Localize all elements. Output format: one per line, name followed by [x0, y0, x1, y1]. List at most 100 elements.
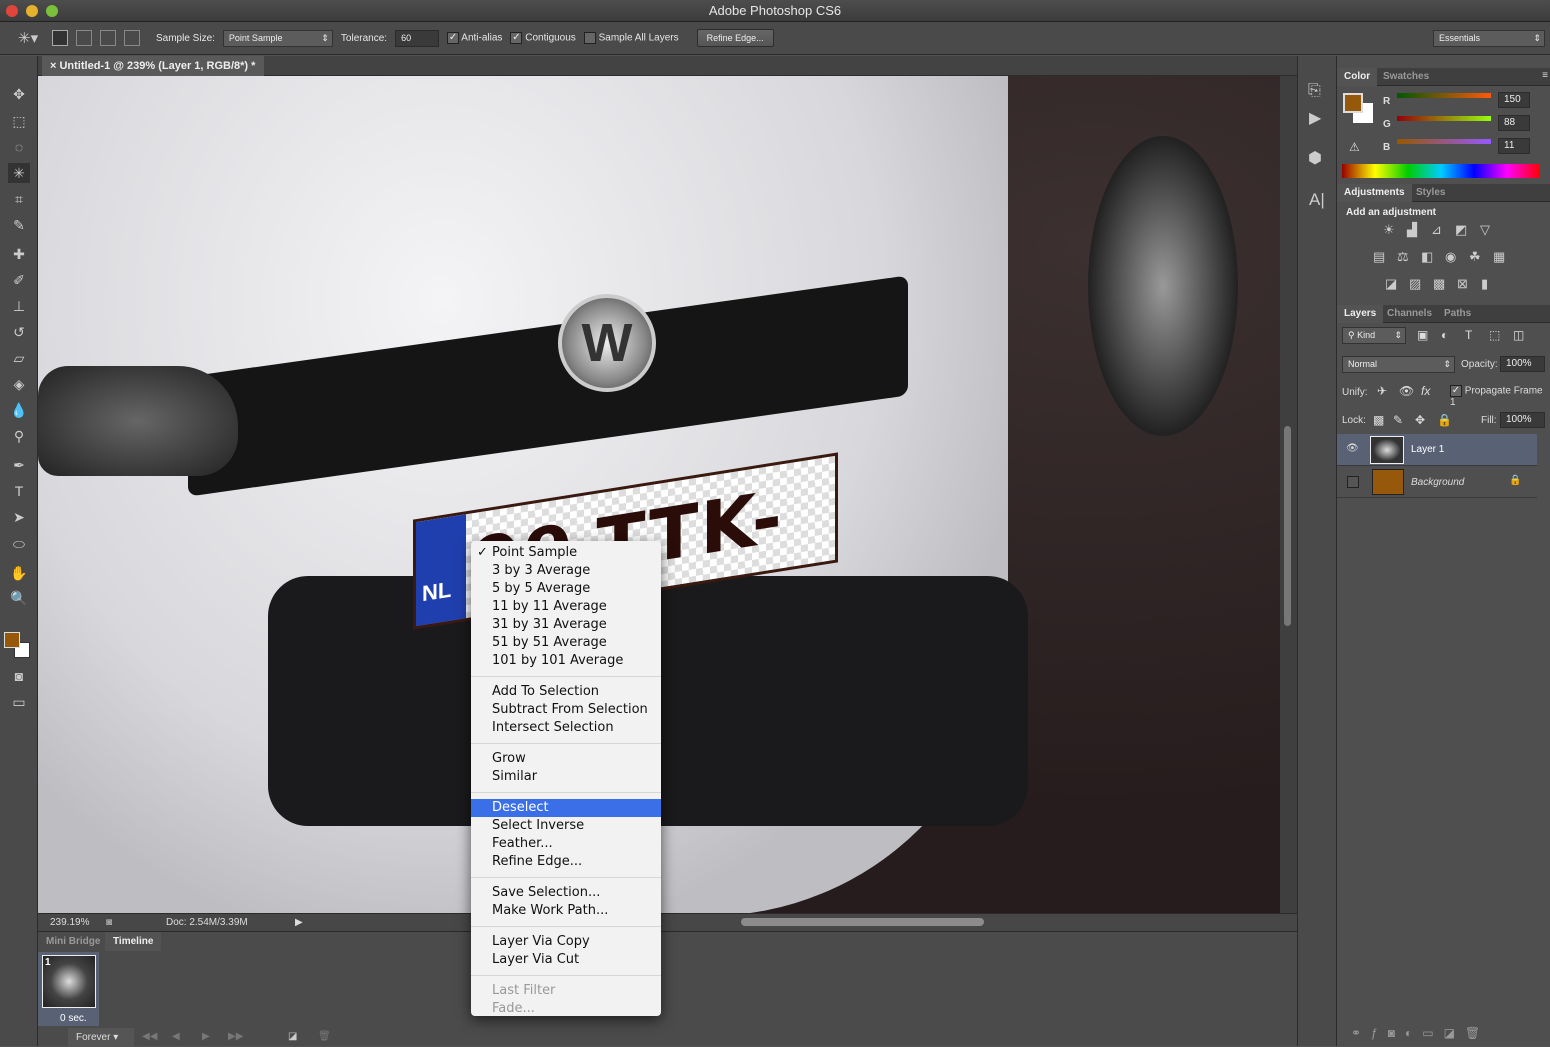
horizontal-scroll-thumb[interactable]	[741, 918, 984, 926]
quick-mask-icon[interactable]: ◙	[8, 666, 30, 686]
posterize-icon[interactable]: ▨	[1409, 276, 1421, 292]
tab-color[interactable]: Color	[1337, 68, 1378, 86]
brightness-contrast-icon[interactable]: ☀	[1383, 222, 1395, 238]
sample-all-layers-checkbox[interactable]: Sample All Layers	[583, 32, 679, 44]
menu-item-layer-via-copy[interactable]: Layer Via Copy	[471, 933, 661, 951]
threshold-icon[interactable]: ▩	[1433, 276, 1445, 292]
eraser-tool-icon[interactable]: ▱	[8, 348, 30, 368]
history-brush-tool-icon[interactable]: ↺	[8, 322, 30, 342]
channel-mixer-icon[interactable]: ☘	[1469, 249, 1481, 265]
filter-smart-object-icon[interactable]: ◫	[1513, 328, 1524, 342]
intersect-selection-icon[interactable]	[124, 30, 140, 46]
menu-item-save-selection[interactable]: Save Selection...	[471, 884, 661, 902]
type-tool-icon[interactable]: T	[8, 481, 30, 501]
status-arrow-icon[interactable]: ▶	[295, 914, 303, 931]
workspace-select[interactable]: Essentials	[1433, 30, 1545, 47]
tab-swatches[interactable]: Swatches	[1376, 68, 1436, 86]
blend-mode-select[interactable]: Normal	[1342, 356, 1455, 373]
marquee-tool-icon[interactable]: ⬚	[8, 111, 30, 131]
color-balance-icon[interactable]: ⚖	[1397, 249, 1409, 265]
lock-position-icon[interactable]: ✥	[1415, 413, 1425, 427]
screen-mode-icon[interactable]: ▭	[8, 692, 30, 712]
opacity-input[interactable]: 100%	[1500, 356, 1545, 372]
menu-item-similar[interactable]: Similar	[471, 768, 661, 786]
layer-row[interactable]: 👁 Layer 1	[1337, 434, 1537, 466]
tab-layers[interactable]: Layers	[1337, 305, 1384, 323]
unify-style-icon[interactable]: fx	[1421, 384, 1430, 398]
dodge-tool-icon[interactable]: ⚲	[8, 426, 30, 446]
selective-color-icon[interactable]: ⊠	[1457, 276, 1468, 292]
actions-icon[interactable]: ▶	[1309, 108, 1321, 128]
3d-icon[interactable]: ⬢	[1308, 148, 1322, 168]
paint-bucket-tool-icon[interactable]: ◈	[8, 374, 30, 394]
blur-tool-icon[interactable]: 💧	[8, 400, 30, 420]
tolerance-input[interactable]: 60	[395, 29, 440, 47]
menu-item-subtract-from-selection[interactable]: Subtract From Selection	[471, 701, 661, 719]
contiguous-checkbox[interactable]: ✓ Contiguous	[510, 32, 576, 44]
g-value-input[interactable]: 88	[1498, 115, 1530, 131]
zoom-window-button[interactable]	[46, 5, 58, 17]
filter-shape-icon[interactable]: ⬚	[1489, 328, 1500, 342]
first-frame-icon[interactable]: ◀◀	[142, 1031, 157, 1042]
menu-item-101-by-101-average[interactable]: 101 by 101 Average	[471, 652, 661, 670]
sample-size-select[interactable]: Point Sample	[222, 29, 333, 47]
menu-item-51-by-51-average[interactable]: 51 by 51 Average	[471, 634, 661, 652]
lasso-tool-icon[interactable]: ◌	[8, 137, 30, 157]
menu-item-31-by-31-average[interactable]: 31 by 31 Average	[471, 616, 661, 634]
timeline-frame[interactable]: 1 0 sec.	[38, 952, 99, 1026]
foreground-color-swatch[interactable]	[4, 632, 20, 648]
gradient-map-icon[interactable]: ▮	[1481, 276, 1488, 292]
visibility-toggle[interactable]	[1347, 476, 1359, 488]
zoom-tool-icon[interactable]: 🔍	[8, 588, 30, 608]
eyedropper-tool-icon[interactable]: ✎	[8, 215, 30, 235]
menu-item-make-work-path[interactable]: Make Work Path...	[471, 902, 661, 920]
vertical-scrollbar[interactable]	[1280, 76, 1297, 913]
loop-select[interactable]: Forever ▾	[68, 1028, 134, 1047]
menu-item-feather[interactable]: Feather...	[471, 835, 661, 853]
menu-item-3-by-3-average[interactable]: 3 by 3 Average	[471, 562, 661, 580]
black-white-icon[interactable]: ◧	[1421, 249, 1433, 265]
r-slider[interactable]	[1397, 93, 1491, 98]
menu-item-grow[interactable]: Grow	[471, 750, 661, 768]
color-spectrum[interactable]	[1342, 164, 1540, 178]
layer-name[interactable]: Layer 1	[1411, 444, 1444, 455]
propagate-frame-checkbox[interactable]: ✓ Propagate Frame 1	[1450, 385, 1550, 408]
lock-pixels-icon[interactable]: ✎	[1393, 413, 1403, 427]
menu-item-layer-via-cut[interactable]: Layer Via Cut	[471, 951, 661, 969]
ellipse-tool-icon[interactable]: ⬭	[8, 534, 30, 554]
crop-tool-icon[interactable]: ⌗	[8, 189, 30, 209]
hue-saturation-icon[interactable]: ▤	[1373, 249, 1385, 265]
lock-all-icon[interactable]: 🔒	[1437, 413, 1452, 427]
delete-frame-icon[interactable]: 🗑	[318, 1031, 331, 1042]
unify-visibility-icon[interactable]: 👁	[1399, 384, 1414, 398]
layer-filter-select[interactable]: ⚲ Kind	[1342, 327, 1406, 344]
menu-item-select-inverse[interactable]: Select Inverse	[471, 817, 661, 835]
subtract-from-selection-icon[interactable]	[100, 30, 116, 46]
visibility-eye-icon[interactable]: 👁	[1346, 443, 1359, 454]
vertical-scroll-thumb[interactable]	[1284, 426, 1291, 626]
add-to-selection-icon[interactable]	[76, 30, 92, 46]
exposure-icon[interactable]: ◩	[1455, 222, 1467, 238]
tab-timeline[interactable]: Timeline	[105, 932, 162, 951]
zoom-level[interactable]: 239.19%	[50, 914, 89, 931]
tab-channels[interactable]: Channels	[1380, 305, 1439, 323]
minimize-window-button[interactable]	[26, 5, 38, 17]
lock-transparent-icon[interactable]: ▩	[1373, 413, 1384, 427]
invert-icon[interactable]: ◪	[1385, 276, 1397, 292]
frame-delay[interactable]: 0 sec.	[60, 1013, 87, 1024]
menu-item-5-by-5-average[interactable]: 5 by 5 Average	[471, 580, 661, 598]
next-frame-icon[interactable]: ▶▶	[228, 1031, 243, 1042]
unify-position-icon[interactable]: ✈	[1377, 384, 1387, 398]
panel-menu-icon[interactable]: ≡	[1542, 70, 1548, 81]
layer-name[interactable]: Background	[1411, 477, 1464, 488]
filter-type-icon[interactable]: T	[1465, 328, 1472, 342]
r-value-input[interactable]: 150	[1498, 92, 1530, 108]
new-selection-icon[interactable]	[52, 30, 68, 46]
layer-row[interactable]: Background 🔒	[1337, 466, 1537, 498]
history-icon[interactable]: ⎘	[1308, 82, 1321, 100]
curves-icon[interactable]: ⊿	[1431, 222, 1442, 238]
character-icon[interactable]: A|	[1309, 190, 1325, 210]
status-menu-icon[interactable]: ◙	[106, 914, 112, 931]
tab-styles[interactable]: Styles	[1409, 184, 1452, 202]
anti-alias-checkbox[interactable]: ✓ Anti-alias	[447, 32, 502, 44]
